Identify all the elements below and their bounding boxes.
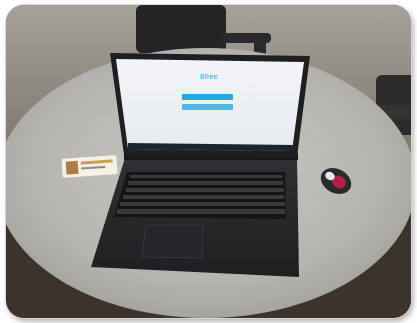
- id-card: [61, 155, 118, 178]
- photo-frame: Bfree: [0, 0, 417, 323]
- screen-primary-button: [182, 94, 233, 100]
- laptop: [91, 53, 310, 277]
- scene: [6, 5, 411, 318]
- screen-brand-logo: Bfree: [200, 74, 218, 81]
- screen-secondary-button: [182, 104, 233, 110]
- touchpad: [141, 224, 204, 259]
- laptop-photo: Bfree: [6, 5, 411, 318]
